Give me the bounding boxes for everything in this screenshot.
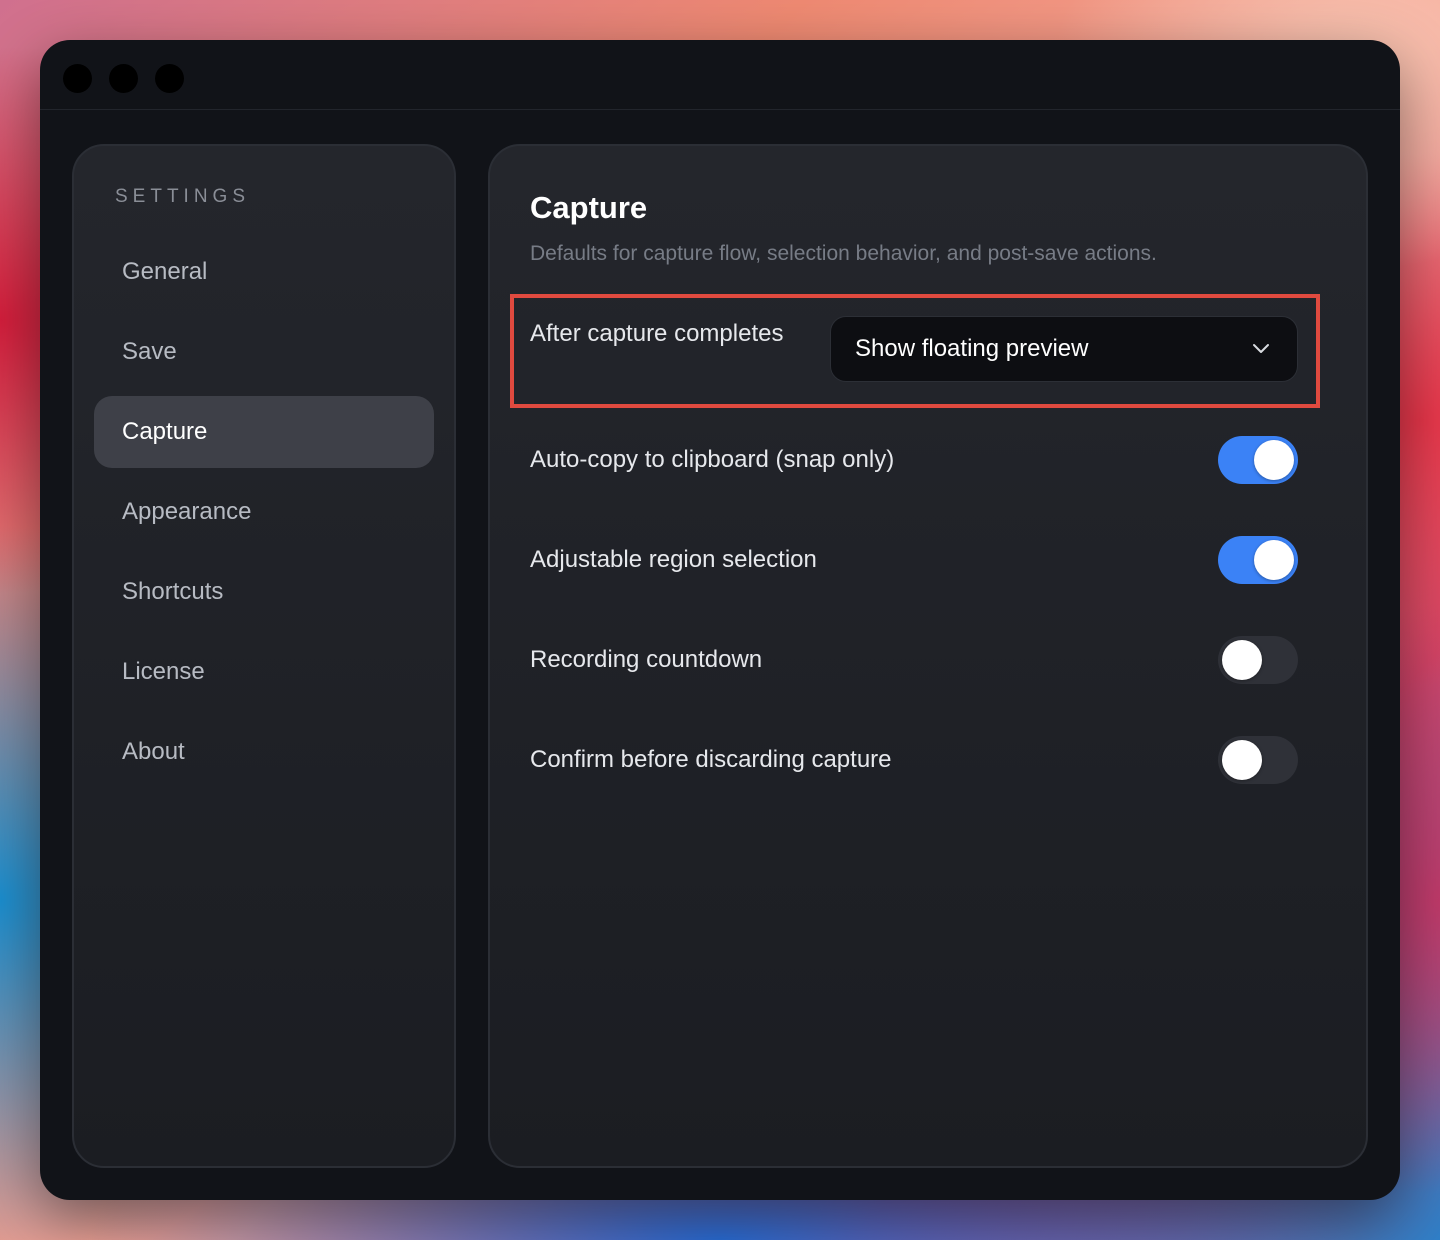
adjustable-region-label: Adjustable region selection — [530, 546, 817, 573]
toggle-knob — [1254, 540, 1294, 580]
zoom-window-button[interactable] — [155, 64, 184, 93]
recording-countdown-label: Recording countdown — [530, 646, 763, 673]
chevron-down-icon — [1253, 344, 1269, 353]
settings-window: SETTINGS General Save Capture Appearance… — [40, 40, 1400, 1200]
capture-settings-panel: Capture Defaults for capture flow, selec… — [488, 144, 1368, 1168]
minimize-window-button[interactable] — [109, 64, 138, 93]
sidebar-item-save[interactable]: Save — [94, 316, 434, 388]
toggle-knob — [1222, 640, 1262, 680]
page-title: Capture — [530, 190, 648, 225]
settings-sidebar: SETTINGS General Save Capture Appearance… — [72, 144, 456, 1168]
page-subtitle: Defaults for capture flow, selection beh… — [530, 242, 1157, 265]
after-capture-label: After capture completes — [530, 320, 784, 347]
sidebar-item-license[interactable]: License — [94, 636, 434, 708]
close-window-button[interactable] — [63, 64, 92, 93]
sidebar-item-about[interactable]: About — [94, 716, 434, 788]
after-capture-dropdown[interactable]: Show floating preview — [830, 316, 1298, 382]
sidebar-item-capture[interactable]: Capture — [94, 396, 434, 468]
toggle-knob — [1222, 740, 1262, 780]
recording-countdown-toggle[interactable] — [1218, 636, 1298, 684]
confirm-discard-toggle[interactable] — [1218, 736, 1298, 784]
adjustable-region-toggle[interactable] — [1218, 536, 1298, 584]
auto-copy-label: Auto-copy to clipboard (snap only) — [530, 446, 895, 473]
title-bar — [40, 40, 1400, 110]
sidebar-item-shortcuts[interactable]: Shortcuts — [94, 556, 434, 628]
sidebar-item-appearance[interactable]: Appearance — [94, 476, 434, 548]
after-capture-selected-value: Show floating preview — [855, 335, 1089, 362]
confirm-discard-label: Confirm before discarding capture — [530, 746, 892, 773]
sidebar-item-general[interactable]: General — [94, 236, 434, 308]
sidebar-heading: SETTINGS — [115, 186, 251, 207]
auto-copy-toggle[interactable] — [1218, 436, 1298, 484]
toggle-knob — [1254, 440, 1294, 480]
